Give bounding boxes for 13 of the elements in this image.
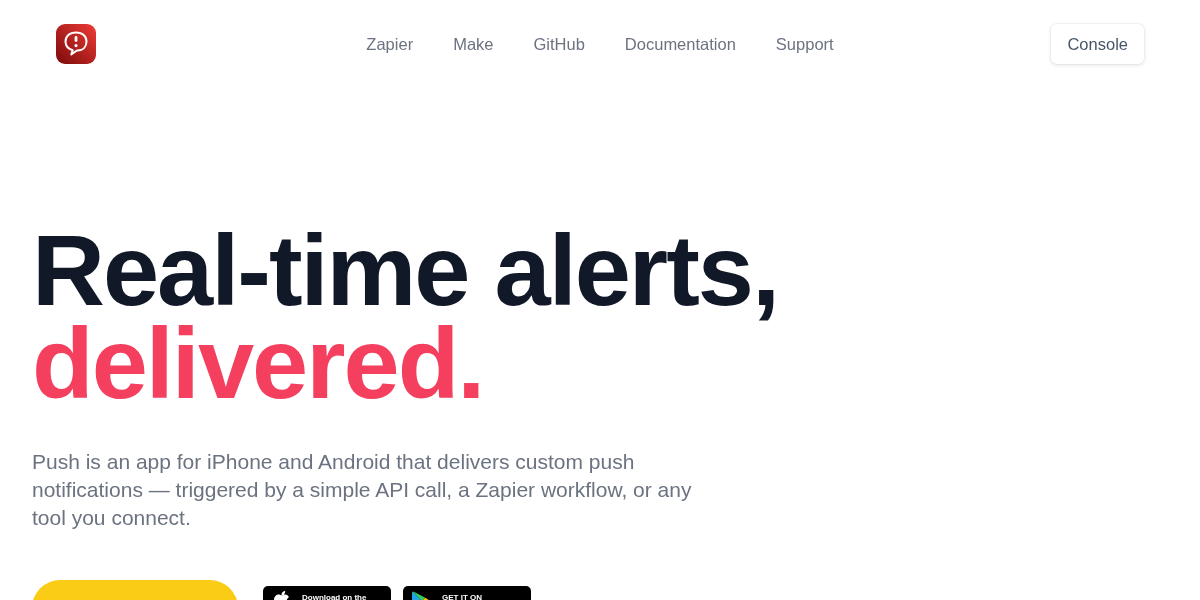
badge-label: GET IT ON — [442, 592, 482, 600]
app-store-badge[interactable]: Download on the — [263, 586, 391, 600]
hero-description: Push is an app for iPhone and Android that delivers custom push notifications — triggered by a simple API call, a Zapier workflow, or any tool you connect. — [32, 449, 693, 531]
nav-link[interactable]: Make — [453, 32, 494, 56]
nav-link[interactable]: GitHub — [533, 32, 585, 56]
nav-link[interactable]: Zapier — [366, 32, 414, 56]
nav-link[interactable]: Documentation — [624, 32, 736, 56]
console-button[interactable]: Console — [1051, 24, 1144, 64]
badge-label: Download on the — [302, 592, 367, 600]
google-play-badge[interactable]: GET IT ON — [403, 586, 531, 600]
app-logo[interactable] — [56, 24, 96, 64]
nav-link[interactable]: Support — [775, 32, 834, 56]
headline-accent: delivered. — [32, 317, 484, 410]
